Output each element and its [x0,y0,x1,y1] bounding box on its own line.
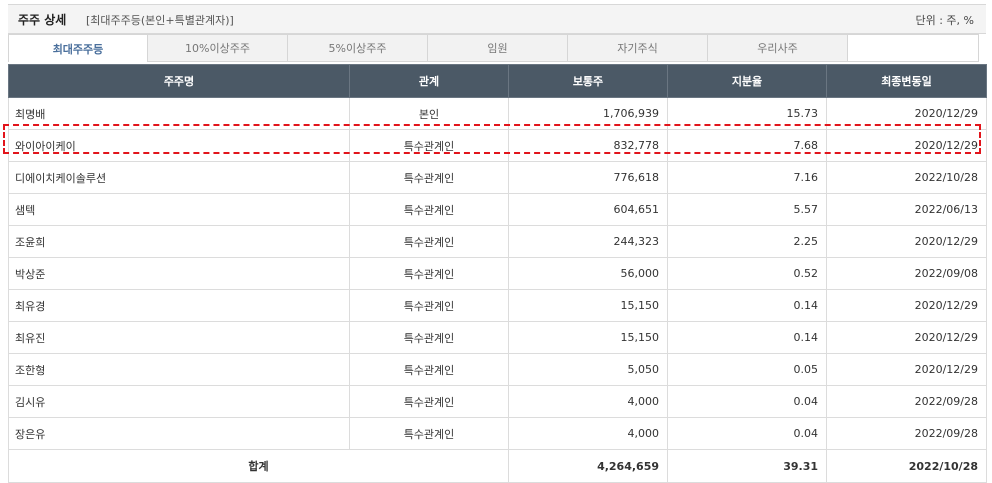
shareholder-table: 주주명 관계 보통주 지분율 최종변동일 최명배 본인 1,706,939 15.73… [8,64,987,483]
relation-cell: 특수관계인 [349,385,509,418]
relation-cell: 특수관계인 [349,193,509,226]
ratio-cell: 7.68 [667,129,827,162]
table-header-row: 주주명 관계 보통주 지분율 최종변동일 [8,64,987,98]
shareholder-name: 최유진 [8,321,350,354]
shares-cell: 832,778 [508,129,668,162]
ratio-cell: 0.04 [667,417,827,450]
tab-5pct-shareholders[interactable]: 5%이상주주 [288,34,428,62]
table-row: 최명배 본인 1,706,939 15.73 2020/12/29 [8,97,987,130]
ratio-cell: 0.14 [667,289,827,322]
table-row: 조한형 특수관계인 5,050 0.05 2020/12/29 [8,353,987,386]
relation-cell: 특수관계인 [349,257,509,290]
date-cell: 2022/09/08 [826,257,987,290]
tab-employee-stock[interactable]: 우리사주 [708,34,848,62]
shares-cell: 604,651 [508,193,668,226]
total-date: 2022/10/28 [826,449,987,483]
shares-cell: 776,618 [508,161,668,194]
tab-treasury-stock[interactable]: 자기주식 [568,34,708,62]
shares-cell: 4,000 [508,385,668,418]
ratio-cell: 7.16 [667,161,827,194]
date-cell: 2020/12/29 [826,353,987,386]
ratio-cell: 15.73 [667,97,827,130]
date-cell: 2022/09/28 [826,385,987,418]
tab-10pct-shareholders[interactable]: 10%이상주주 [148,34,288,62]
table-row: 디에이치케이솔루션 특수관계인 776,618 7.16 2022/10/28 [8,161,987,194]
panel-title: 주주 상세 [18,13,67,27]
date-cell: 2020/12/29 [826,129,987,162]
relation-cell: 특수관계인 [349,129,509,162]
shareholder-name: 김시유 [8,385,350,418]
total-shares: 4,264,659 [508,449,668,483]
ratio-cell: 0.05 [667,353,827,386]
shares-cell: 1,706,939 [508,97,668,130]
shares-cell: 244,323 [508,225,668,258]
total-row: 합계 4,264,659 39.31 2022/10/28 [8,449,987,483]
tab-major-shareholders[interactable]: 최대주주등 [8,34,148,62]
ratio-cell: 0.14 [667,321,827,354]
shareholder-name: 최유경 [8,289,350,322]
shareholder-detail-panel: 주주 상세 [최대주주등(본인+특별관계자)] 단위 : 주, % 최대주주등 … [0,0,992,483]
date-cell: 2022/09/28 [826,417,987,450]
relation-cell: 특수관계인 [349,161,509,194]
relation-cell: 특수관계인 [349,289,509,322]
date-cell: 2022/06/13 [826,193,987,226]
date-cell: 2022/10/28 [826,161,987,194]
shareholder-name: 샘텍 [8,193,350,226]
date-cell: 2020/12/29 [826,289,987,322]
table-row: 최유경 특수관계인 15,150 0.14 2020/12/29 [8,289,987,322]
table-row: 조윤희 특수관계인 244,323 2.25 2020/12/29 [8,225,987,258]
shareholder-name: 와이아이케이 [8,129,350,162]
tab-empty [848,34,979,62]
ratio-cell: 0.52 [667,257,827,290]
date-cell: 2020/12/29 [826,97,987,130]
shares-cell: 4,000 [508,417,668,450]
tab-executives[interactable]: 임원 [428,34,568,62]
shareholder-name: 조한형 [8,353,350,386]
total-ratio: 39.31 [667,449,827,483]
shares-cell: 5,050 [508,353,668,386]
panel-subtitle: [최대주주등(본인+특별관계자)] [86,14,234,27]
shareholder-name: 장은유 [8,417,350,450]
shares-cell: 15,150 [508,289,668,322]
table-row: 샘텍 특수관계인 604,651 5.57 2022/06/13 [8,193,987,226]
table-row: 장은유 특수관계인 4,000 0.04 2022/09/28 [8,417,987,450]
unit-label: 단위 : 주, % [915,14,974,27]
total-label: 합계 [8,449,509,483]
ratio-cell: 5.57 [667,193,827,226]
relation-cell: 본인 [349,97,509,130]
relation-cell: 특수관계인 [349,417,509,450]
shareholder-name: 최명배 [8,97,350,130]
relation-cell: 특수관계인 [349,321,509,354]
shareholder-name: 디에이치케이솔루션 [8,161,350,194]
date-cell: 2020/12/29 [826,225,987,258]
column-header-common-stock: 보통주 [508,64,668,98]
table-row: 최유진 특수관계인 15,150 0.14 2020/12/29 [8,321,987,354]
table-row: 와이아이케이 특수관계인 832,778 7.68 2020/12/29 [8,129,987,162]
relation-cell: 특수관계인 [349,353,509,386]
ratio-cell: 0.04 [667,385,827,418]
shares-cell: 56,000 [508,257,668,290]
relation-cell: 특수관계인 [349,225,509,258]
column-header-relation: 관계 [349,64,509,98]
ratio-cell: 2.25 [667,225,827,258]
column-header-ownership-ratio: 지분율 [667,64,827,98]
shares-cell: 15,150 [508,321,668,354]
shareholder-tabs: 최대주주등 10%이상주주 5%이상주주 임원 자기주식 우리사주 [8,34,979,64]
shareholder-name: 박상준 [8,257,350,290]
table-row: 김시유 특수관계인 4,000 0.04 2022/09/28 [8,385,987,418]
date-cell: 2020/12/29 [826,321,987,354]
shareholder-name: 조윤희 [8,225,350,258]
table-row: 박상준 특수관계인 56,000 0.52 2022/09/08 [8,257,987,290]
panel-header: 주주 상세 [최대주주등(본인+특별관계자)] 단위 : 주, % [8,4,986,34]
column-header-name: 주주명 [8,64,350,98]
column-header-last-change-date: 최종변동일 [826,64,987,98]
